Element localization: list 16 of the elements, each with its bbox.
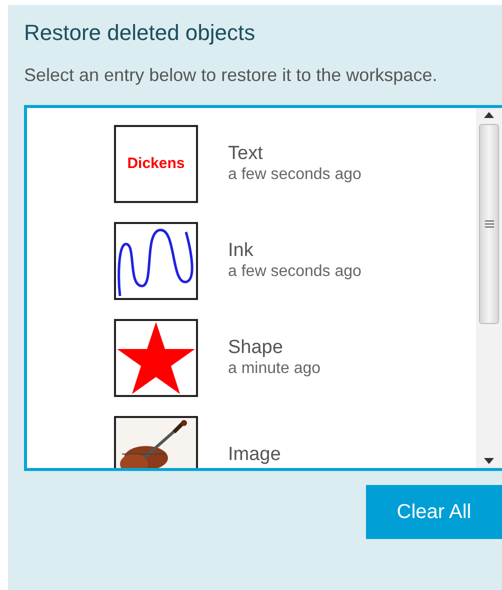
scrollbar[interactable] (476, 108, 502, 468)
grip-icon (484, 220, 494, 228)
scroll-up-icon[interactable] (484, 112, 494, 118)
entry-time: a few seconds ago (228, 262, 362, 282)
entry-name[interactable]: Shape (228, 337, 321, 359)
entry-name[interactable]: Image (228, 444, 281, 466)
thumbnail-text: Dickens (127, 154, 185, 174)
scroll-down-icon[interactable] (484, 458, 494, 464)
scrollbar-thumb[interactable] (479, 124, 499, 324)
entry-time: a minute ago (228, 359, 321, 379)
entry-name[interactable]: Ink (228, 240, 362, 262)
entry-time: a few seconds ago (228, 165, 362, 185)
entry-name[interactable]: Text (228, 143, 362, 165)
panel-description: Select an entry below to restore it to the workspace. (24, 64, 438, 87)
panel-title: Restore deleted objects (24, 19, 256, 47)
star-icon (116, 321, 196, 395)
